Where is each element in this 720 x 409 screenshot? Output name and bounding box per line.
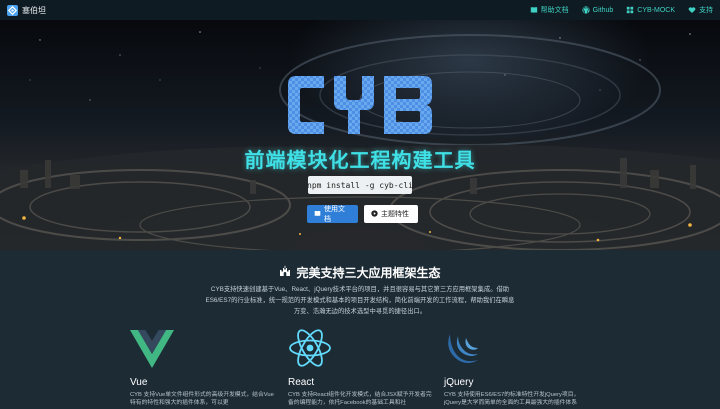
docs-button[interactable]: 使用文档 — [307, 205, 358, 223]
install-command[interactable]: npm install -g cyb-cli — [307, 176, 413, 194]
section-description: CYB支持快速创建基于Vue、React、jQuery技术平台的项目，并且很容易… — [205, 286, 515, 315]
cyb-logo-graphic — [288, 76, 432, 134]
castle-icon — [279, 265, 291, 280]
brand-name: 塞伯坦 — [22, 5, 46, 15]
hero-banner: 前端模块化工程构建工具 npm install -g cyb-cli 使用文档 … — [0, 20, 720, 250]
heart-icon — [688, 6, 696, 14]
framework-name: Vue — [130, 377, 148, 388]
hero-buttons: 使用文档 主题特性 — [307, 205, 418, 223]
cyb-logo — [0, 72, 720, 143]
framework-card-vue: Vue CYB 支持Vue单文件组件形式的高级开发模式，结合Vue特有的特性和强… — [130, 328, 275, 407]
section-title-text: 完美支持三大应用框架生态 — [296, 266, 441, 280]
framework-name: React — [288, 377, 315, 388]
framework-name: jQuery — [444, 377, 474, 388]
nav-links: 帮助文档 Github CYB-MOCK 支持 — [530, 5, 713, 15]
nav-link-support[interactable]: 支持 — [688, 5, 713, 15]
nav-link-label: 帮助文档 — [540, 7, 569, 14]
framework-description: CYB 支持Vue单文件组件形式的高级开发模式，结合Vue特有的特性和强大的插件… — [130, 392, 274, 406]
vue-logo-icon — [130, 328, 275, 370]
features-button-label: 主题特性 — [381, 211, 409, 218]
framework-card-jquery: jQuery CYB 支持使用ES6/ES7的标准特性开发jQuery项目，jQ… — [444, 328, 589, 407]
nav-link-mock[interactable]: CYB-MOCK — [626, 6, 675, 14]
book-icon — [530, 6, 538, 14]
nav-link-label: Github — [592, 6, 614, 14]
framework-description: CYB 支持使用ES6/ES7的标准特性开发jQuery项目，jQuery是大学… — [444, 392, 580, 406]
react-logo-icon — [288, 328, 433, 370]
nav-link-docs[interactable]: 帮助文档 — [530, 5, 569, 15]
nav-link-label: 支持 — [699, 7, 713, 14]
nav-link-github[interactable]: Github — [582, 6, 614, 14]
frameworks-section: 完美支持三大应用框架生态 CYB支持快速创建基于Vue、React、jQuery… — [0, 250, 720, 409]
play-circle-icon — [371, 209, 378, 219]
brand-logo-icon — [7, 4, 18, 16]
nav-link-label: CYB-MOCK — [637, 6, 675, 14]
hero-headline: 前端模块化工程构建工具 — [244, 148, 476, 172]
section-title: 完美支持三大应用框架生态 — [0, 264, 720, 281]
docs-button-label: 使用文档 — [324, 206, 345, 223]
grid-icon — [626, 6, 634, 14]
book-icon — [314, 210, 321, 219]
top-navbar: 塞伯坦 帮助文档 Github CYB-MOCK 支持 — [0, 0, 720, 20]
page: 塞伯坦 帮助文档 Github CYB-MOCK 支持 前端模块化工程构建工具 … — [0, 0, 720, 409]
features-button[interactable]: 主题特性 — [364, 205, 418, 223]
framework-description: CYB 支持React组件化开发模式，结合JSX赋予开发者完备的编程能力，依托F… — [288, 392, 432, 406]
framework-card-react: React CYB 支持React组件化开发模式，结合JSX赋予开发者完备的编程… — [288, 328, 433, 407]
brand[interactable]: 塞伯坦 — [7, 4, 46, 16]
github-icon — [582, 6, 590, 14]
jquery-logo-icon — [444, 328, 589, 370]
